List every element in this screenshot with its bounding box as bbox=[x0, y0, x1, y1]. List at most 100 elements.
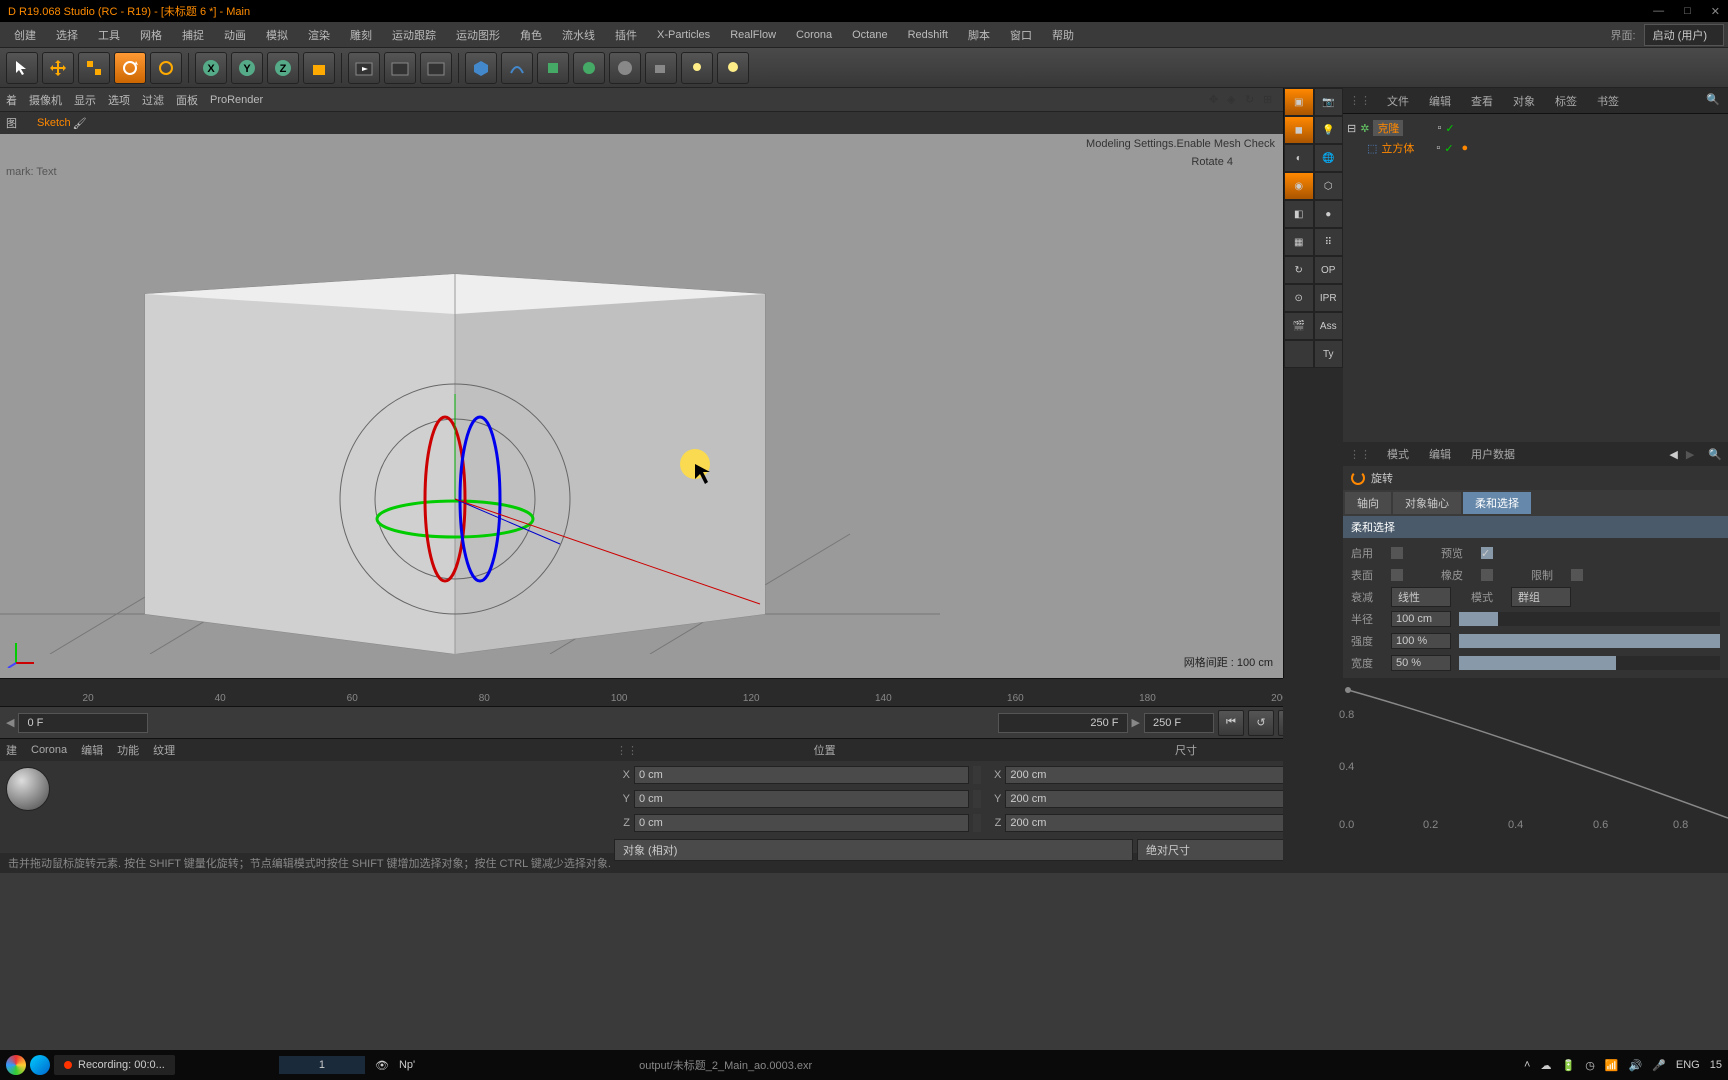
nav-back-icon[interactable]: ◀ bbox=[1669, 448, 1677, 461]
menu-redshift[interactable]: Redshift bbox=[898, 25, 958, 45]
vp-sub-view[interactable]: 图 bbox=[6, 115, 17, 131]
obj-tab-tags[interactable]: 标签 bbox=[1545, 89, 1587, 113]
menu-realflow[interactable]: RealFlow bbox=[720, 25, 786, 45]
tool-lasttool[interactable] bbox=[150, 52, 182, 84]
spinner[interactable] bbox=[973, 790, 981, 808]
spinner[interactable] bbox=[973, 766, 981, 784]
check-enable[interactable] bbox=[1391, 547, 1403, 559]
layout-combo[interactable]: 启动 (用户) bbox=[1644, 24, 1724, 46]
tray-mic-icon[interactable]: 🎤 bbox=[1652, 1059, 1666, 1072]
menu-sculpt[interactable]: 雕刻 bbox=[340, 23, 382, 47]
tool-light[interactable] bbox=[681, 52, 713, 84]
menu-xparticles[interactable]: X-Particles bbox=[647, 25, 720, 45]
goto-start-button[interactable]: ⏮ bbox=[1218, 710, 1244, 736]
vp-menu-options[interactable]: 选项 bbox=[108, 92, 130, 108]
search-icon[interactable]: 🔍 bbox=[1708, 448, 1722, 461]
tool-move[interactable] bbox=[42, 52, 74, 84]
palette-op[interactable]: OP bbox=[1314, 256, 1344, 284]
menu-corona[interactable]: Corona bbox=[786, 25, 842, 45]
menu-tools[interactable]: 工具 bbox=[88, 23, 130, 47]
tree-item-cube[interactable]: ⬚ 立方体 ▫ ✓ ● bbox=[1347, 138, 1724, 158]
tray-wifi-icon[interactable]: 📶 bbox=[1605, 1059, 1619, 1072]
mat-menu-function[interactable]: 功能 bbox=[117, 742, 139, 758]
visibility-toggle[interactable]: ✓ bbox=[1445, 122, 1454, 135]
menu-octane[interactable]: Octane bbox=[842, 25, 897, 45]
tree-item-cloner[interactable]: ⊟ ✲ 克隆 ▫ ✓ bbox=[1347, 118, 1724, 138]
menu-pipeline[interactable]: 流水线 bbox=[552, 23, 605, 47]
vp-menu-camera[interactable]: 摄像机 bbox=[29, 92, 62, 108]
material-list[interactable] bbox=[0, 761, 610, 853]
viewport-3d[interactable]: Modeling Settings.Enable Mesh Check Rota… bbox=[0, 134, 1283, 678]
tray-onedrive-icon[interactable]: ☁ bbox=[1540, 1059, 1551, 1072]
palette-btn-11[interactable]: ▦ bbox=[1284, 228, 1314, 256]
slider-strength[interactable] bbox=[1459, 634, 1720, 648]
vp-menu-display[interactable]: 显示 bbox=[74, 92, 96, 108]
menu-help[interactable]: 帮助 bbox=[1042, 23, 1084, 47]
check-rubber[interactable] bbox=[1481, 569, 1493, 581]
tool-z-axis[interactable]: Z bbox=[267, 52, 299, 84]
vp-nav-icon[interactable]: ✥ bbox=[1209, 93, 1223, 107]
attr-tab-userdata[interactable]: 用户数据 bbox=[1461, 442, 1525, 466]
palette-btn-8[interactable]: ⬡ bbox=[1314, 172, 1344, 200]
menu-snap[interactable]: 捕捉 bbox=[172, 23, 214, 47]
check-preview[interactable]: ✓ bbox=[1481, 547, 1493, 559]
combo-falloff[interactable]: 线性 bbox=[1391, 587, 1451, 607]
palette-btn-2[interactable]: 📷 bbox=[1314, 88, 1344, 116]
maximize-button[interactable]: □ bbox=[1684, 5, 1691, 18]
tool-coord-system[interactable] bbox=[303, 52, 335, 84]
spinner[interactable] bbox=[973, 814, 981, 832]
vp-sub-sketch[interactable]: Sketch bbox=[37, 117, 71, 129]
input-strength[interactable]: 100 % bbox=[1391, 633, 1451, 649]
combo-mode[interactable]: 群组 bbox=[1511, 587, 1571, 607]
check-surface[interactable] bbox=[1391, 569, 1403, 581]
tray-vol-icon[interactable]: 🔊 bbox=[1629, 1059, 1643, 1072]
coord-pos-input[interactable] bbox=[634, 814, 969, 832]
menu-plugins[interactable]: 插件 bbox=[605, 23, 647, 47]
vp-menu-prorender[interactable]: ProRender bbox=[210, 94, 263, 106]
tool-misc[interactable] bbox=[717, 52, 749, 84]
palette-btn-1[interactable]: ▣ bbox=[1284, 88, 1314, 116]
input-end-frame[interactable] bbox=[1144, 713, 1214, 733]
palette-btn-13[interactable]: ↻ bbox=[1284, 256, 1314, 284]
tray-up-icon[interactable]: ˄ bbox=[1524, 1059, 1530, 1071]
tool-environment[interactable] bbox=[609, 52, 641, 84]
menu-mograph[interactable]: 运动图形 bbox=[446, 23, 510, 47]
coord-combo-space[interactable]: 对象 (相对) bbox=[614, 839, 1133, 861]
obj-tab-edit[interactable]: 编辑 bbox=[1419, 89, 1461, 113]
subtab-object-axis[interactable]: 对象轴心 bbox=[1393, 492, 1461, 514]
close-button[interactable]: ✕ bbox=[1711, 5, 1720, 18]
menu-select[interactable]: 选择 bbox=[46, 23, 88, 47]
palette-btn-14[interactable]: ⊙ bbox=[1284, 284, 1314, 312]
palette-ty[interactable]: Ty bbox=[1314, 340, 1344, 368]
tool-render-view[interactable] bbox=[348, 52, 380, 84]
tree-label-cloner[interactable]: 克隆 bbox=[1373, 120, 1403, 136]
palette-btn-6[interactable]: 🌐 bbox=[1314, 144, 1344, 172]
mat-menu-texture[interactable]: 纹理 bbox=[153, 742, 175, 758]
vp-menu-filter[interactable]: 过滤 bbox=[142, 92, 164, 108]
attr-tab-edit[interactable]: 编辑 bbox=[1419, 442, 1461, 466]
layer-dot[interactable]: ▫ bbox=[1437, 122, 1441, 134]
palette-btn-4[interactable]: 💡 bbox=[1314, 116, 1344, 144]
slider-width[interactable] bbox=[1459, 656, 1720, 670]
menu-motion-tracker[interactable]: 运动跟踪 bbox=[382, 23, 446, 47]
slider-radius[interactable] bbox=[1459, 612, 1720, 626]
menu-character[interactable]: 角色 bbox=[510, 23, 552, 47]
tray-net-icon[interactable]: ◷ bbox=[1585, 1059, 1595, 1072]
tool-x-axis[interactable]: X bbox=[195, 52, 227, 84]
tool-generator[interactable] bbox=[537, 52, 569, 84]
tool-deformer[interactable] bbox=[573, 52, 605, 84]
input-start-frame[interactable] bbox=[18, 713, 148, 733]
palette-btn-7[interactable]: ◉ bbox=[1284, 172, 1314, 200]
coord-pos-input[interactable] bbox=[634, 766, 969, 784]
menu-simulate[interactable]: 模拟 bbox=[256, 23, 298, 47]
palette-btn-15[interactable]: 🎬 bbox=[1284, 312, 1314, 340]
palette-btn-9[interactable]: ◧ bbox=[1284, 200, 1314, 228]
minimize-button[interactable]: — bbox=[1653, 5, 1664, 18]
vp-layout-icon[interactable]: ⊞ bbox=[1263, 93, 1277, 107]
tag-icon[interactable]: ● bbox=[1462, 142, 1469, 154]
eye-icon[interactable]: 👁 bbox=[375, 1059, 389, 1072]
tool-rotate[interactable] bbox=[114, 52, 146, 84]
subtab-axis[interactable]: 轴向 bbox=[1345, 492, 1391, 514]
edge-icon[interactable] bbox=[30, 1055, 50, 1075]
tool-camera[interactable] bbox=[645, 52, 677, 84]
